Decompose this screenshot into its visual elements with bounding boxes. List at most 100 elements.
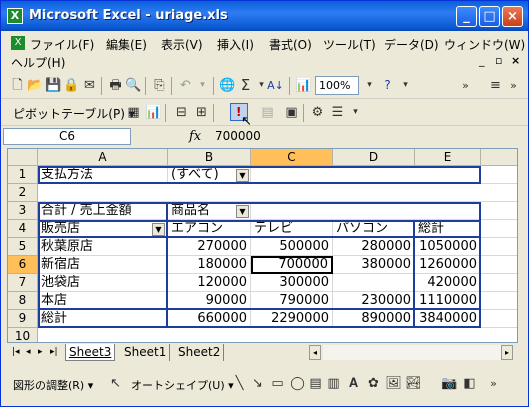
line-icon[interactable]: ╲ [231, 375, 248, 392]
menu-window[interactable]: ウィンドウ(W) [444, 36, 525, 53]
pivottable-menu[interactable]: ピボットテーブル(P) ▾ [13, 105, 135, 122]
menu-view[interactable]: 表示(V) [161, 36, 203, 53]
toolbar-options-icon[interactable]: » [457, 77, 474, 94]
textbox-icon[interactable]: ▤ [307, 375, 324, 392]
menu-format[interactable]: 書式(O) [269, 36, 312, 53]
diagram-icon[interactable]: ✿ [365, 375, 382, 392]
column-header-b[interactable]: B [168, 149, 251, 166]
toolbar-more-dropdown-icon[interactable]: ▾ [347, 104, 364, 121]
page-area-border [38, 166, 481, 184]
doc-minimize-button[interactable]: _ [479, 54, 485, 67]
workbook-icon[interactable]: X [11, 36, 25, 50]
show-detail-icon[interactable]: ⊞ [193, 104, 210, 121]
row-header-4[interactable]: 4 [8, 220, 38, 238]
hyperlink-icon[interactable]: 🌐 [219, 77, 236, 94]
row-header-7[interactable]: 7 [8, 274, 38, 292]
row-header-9[interactable]: 9 [8, 310, 38, 328]
menu-file[interactable]: ファイル(F) [30, 36, 94, 53]
include-hidden-icon[interactable]: ▤ [259, 104, 276, 121]
tab-sheet1[interactable]: Sheet1 [121, 344, 171, 361]
email-icon[interactable]: ✉ [81, 77, 98, 94]
excel-app-icon[interactable]: X [7, 8, 23, 24]
maximize-button[interactable]: □ [479, 6, 500, 27]
menu-insert[interactable]: 挿入(I) [217, 36, 254, 53]
arrow-icon[interactable]: ↘ [249, 375, 266, 392]
title-bar: X Microsoft Excel - uriage.xls _ □ × [1, 1, 528, 31]
field-settings-icon[interactable]: ▣ [283, 104, 300, 121]
doc-restore-button[interactable]: ▫ [495, 54, 502, 67]
row-header-2[interactable]: 2 [8, 184, 38, 202]
menu-data[interactable]: データ(D) [384, 36, 439, 53]
name-box[interactable]: C6 [3, 128, 131, 145]
row-header-10[interactable]: 10 [8, 328, 38, 342]
3d-icon[interactable]: ◧ [461, 375, 478, 392]
drawing-options-icon[interactable]: » [485, 375, 502, 392]
draw-menu[interactable]: 図形の調整(R) ▾ [13, 377, 93, 393]
close-button[interactable]: × [502, 6, 523, 27]
show-field-list-icon[interactable]: ☰ [329, 104, 346, 121]
scroll-right-button[interactable]: ▸ [501, 345, 513, 360]
undo-icon[interactable]: ↶ [177, 77, 194, 94]
minimize-button[interactable]: _ [456, 6, 477, 27]
wordart-icon[interactable]: 𝐀 [345, 375, 362, 392]
horizontal-scrollbar[interactable] [323, 345, 501, 360]
undo-dropdown-icon[interactable]: ▾ [194, 77, 211, 94]
print-icon[interactable]: 🖶 [107, 77, 124, 94]
permission-icon[interactable]: 🔒 [63, 77, 80, 94]
oval-icon[interactable]: ◯ [289, 375, 306, 392]
zoom-box[interactable]: 100% [315, 76, 359, 95]
column-header-f [481, 149, 517, 166]
align-icon[interactable]: ≡ [487, 77, 504, 94]
toolbar-options-2-icon[interactable]: » [505, 77, 522, 94]
autoshapes-menu[interactable]: オートシェイプ(U) ▾ [131, 377, 234, 393]
hide-detail-icon[interactable]: ⊟ [173, 104, 190, 121]
menu-edit[interactable]: 編集(E) [106, 36, 147, 53]
field-list-icon[interactable]: ⚙ [309, 104, 326, 121]
pivot-chart-icon[interactable]: 📊 [145, 104, 162, 121]
help-icon[interactable]: ? [379, 77, 396, 94]
scroll-left-button[interactable]: ◂ [309, 345, 321, 360]
picture-icon[interactable]: 🏞 [405, 375, 422, 392]
prev-sheet-button[interactable]: ◂ [23, 344, 34, 361]
menu-tools[interactable]: ツール(T) [323, 36, 376, 53]
separator [303, 104, 304, 122]
select-all-corner[interactable] [8, 149, 38, 166]
last-sheet-button[interactable]: ▸| [47, 344, 61, 361]
function-icon[interactable]: fx [189, 129, 201, 144]
row-header-1[interactable]: 1 [8, 166, 38, 184]
autosum-icon[interactable]: Σ [237, 77, 254, 94]
row-header-8[interactable]: 8 [8, 292, 38, 310]
copy-icon[interactable]: ⎘ [151, 77, 168, 94]
row-header-5[interactable]: 5 [8, 238, 38, 256]
help-dropdown-icon[interactable]: ▾ [397, 77, 414, 94]
first-sheet-button[interactable]: |◂ [9, 344, 23, 361]
rectangle-icon[interactable]: ▭ [269, 375, 286, 392]
tab-sheet2[interactable]: Sheet2 [175, 344, 225, 361]
select-objects-icon[interactable]: ↖ [107, 375, 124, 392]
column-header-c[interactable]: C [251, 149, 333, 166]
pivot-format-icon[interactable]: ▦ [125, 104, 142, 121]
shadow-icon[interactable]: 📷 [441, 375, 458, 392]
worksheet-grid[interactable]: A B C D E 1 2 3 4 5 6 7 8 9 10 支払方法 (すべて… [7, 148, 518, 343]
column-header-e[interactable]: E [415, 149, 481, 166]
print-preview-icon[interactable]: 🔍 [125, 77, 142, 94]
next-sheet-button[interactable]: ▸ [35, 344, 46, 361]
doc-close-button[interactable]: × [511, 54, 520, 67]
chart-wizard-icon[interactable]: 📊 [295, 77, 312, 94]
formula-input[interactable]: 700000 [215, 129, 261, 143]
row-header-3[interactable]: 3 [8, 202, 38, 220]
menu-help[interactable]: ヘルプ(H) [11, 54, 65, 71]
column-header-d[interactable]: D [333, 149, 415, 166]
open-icon[interactable]: 📂 [27, 77, 44, 94]
tab-sheet3[interactable]: Sheet3 [65, 344, 116, 361]
sort-ascending-icon[interactable]: A↓ [267, 77, 284, 94]
row-header-6[interactable]: 6 [8, 256, 38, 274]
new-icon[interactable]: 🗋 [9, 77, 26, 94]
separator [171, 77, 172, 95]
separator [165, 104, 166, 122]
column-header-a[interactable]: A [38, 149, 168, 166]
vertical-textbox-icon[interactable]: ▥ [325, 375, 342, 392]
save-icon[interactable]: 💾 [45, 77, 62, 94]
clipart-icon[interactable]: 🖼 [385, 375, 402, 392]
zoom-dropdown-icon[interactable]: ▾ [361, 77, 378, 94]
